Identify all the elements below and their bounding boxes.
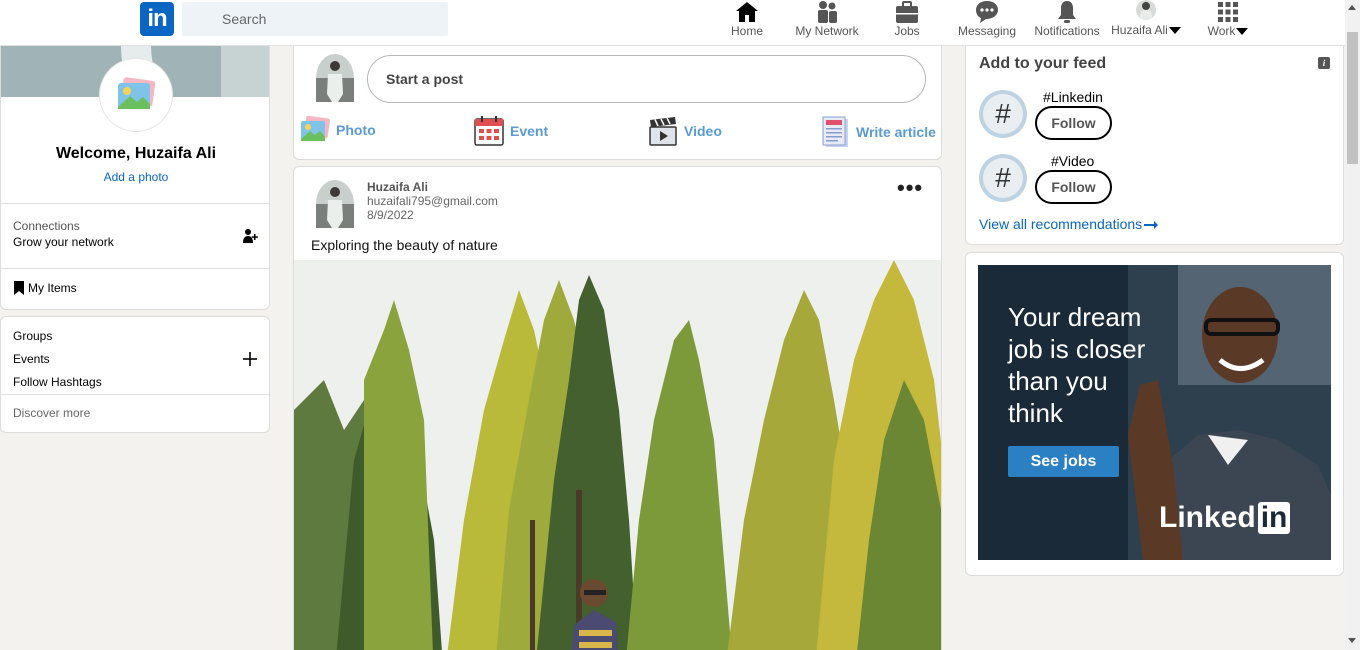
video-icon (649, 117, 677, 146)
ad-headline-line: job is closer (1008, 334, 1146, 364)
scroll-up-arrow-icon[interactable] (1348, 5, 1356, 10)
bell-icon (1058, 1, 1076, 23)
nav-work-label: Work (1207, 24, 1236, 38)
nav-home-label: Home (730, 24, 763, 38)
add-person-icon[interactable] (242, 228, 258, 244)
divider (1, 203, 269, 204)
messaging-icon (976, 1, 998, 23)
ad-headline-line: Your dream (1008, 302, 1142, 332)
write-article-action[interactable]: Write article (822, 116, 936, 148)
communities-card: Groups Events Follow Hashtags Discover m… (0, 316, 271, 433)
start-post-button[interactable]: Start a post (367, 55, 926, 103)
plus-icon[interactable] (243, 352, 257, 366)
nav-profile-label: Huzaifa Ali (1111, 23, 1168, 37)
post-image[interactable] (294, 260, 942, 650)
brand-text: Linked (1159, 501, 1256, 534)
page-scrollbar[interactable] (1345, 0, 1360, 650)
profile-card: Welcome, Huzaifa Ali Add a photo Connect… (0, 46, 270, 310)
view-all-recommendations-link[interactable]: View all recommendations (979, 216, 1159, 232)
photo-icon (301, 116, 330, 141)
more-options-icon[interactable]: ••• (897, 175, 923, 201)
scroll-down-arrow-icon[interactable] (1348, 638, 1356, 643)
ad-headline-line: think (1008, 398, 1063, 428)
photo-action[interactable]: Photo (300, 116, 376, 144)
nav-notifications[interactable]: Notifications (1033, 0, 1101, 46)
photo-icon (118, 77, 156, 109)
post-text: Exploring the beauty of nature (311, 237, 498, 253)
nav-home[interactable]: Home (728, 0, 766, 46)
nav-profile-menu[interactable]: Huzaifa Ali (1108, 0, 1184, 46)
nav-work[interactable]: Work (1204, 0, 1252, 46)
top-nav-bar: in Home My Network Jobs Messaging Notifi… (0, 0, 1345, 46)
post-author-email: huzaifali795@gmail.com (367, 194, 498, 208)
follow-button[interactable]: Follow (1035, 106, 1112, 140)
avatar (1136, 0, 1156, 20)
see-jobs-button[interactable]: See jobs (1008, 446, 1119, 477)
nav-messaging-label: Messaging (957, 24, 1017, 38)
add-to-feed-card: Add to your feed i # #Linkedin Follow # … (965, 46, 1344, 245)
grow-network-link[interactable]: Grow your network (13, 235, 114, 249)
home-icon (736, 2, 758, 22)
event-action[interactable]: Event (474, 116, 548, 146)
write-article-label: Write article (856, 124, 936, 140)
avatar[interactable] (316, 180, 354, 228)
profile-photo-placeholder[interactable] (100, 59, 172, 131)
add-to-feed-title: Add to your feed (979, 55, 1107, 72)
photo-action-label: Photo (336, 122, 376, 138)
hashtag-name[interactable]: #Video (1051, 153, 1094, 169)
nav-my-network[interactable]: My Network (792, 0, 862, 46)
view-all-label: View all recommendations (979, 216, 1143, 232)
my-network-icon (818, 1, 837, 23)
feed-post: Huzaifa Ali huzaifali795@gmail.com 8/9/2… (293, 166, 942, 650)
events-link[interactable]: Events (13, 352, 50, 366)
my-items-label: My Items (28, 281, 77, 295)
ad-headline-line: than you (1008, 366, 1108, 396)
event-action-label: Event (510, 123, 549, 139)
grid-icon (1218, 2, 1238, 22)
chevron-down-icon (1168, 27, 1181, 35)
post-author[interactable]: Huzaifa Ali (367, 180, 428, 194)
nav-jobs[interactable]: Jobs (887, 0, 927, 46)
nav-messaging[interactable]: Messaging (956, 0, 1018, 46)
brand-box: in (1257, 502, 1291, 534)
add-photo-link[interactable]: Add a photo (1, 170, 269, 184)
divider (1, 268, 269, 269)
arrow-right-icon (1144, 221, 1159, 230)
video-action[interactable]: Video (648, 116, 722, 146)
nav-jobs-label: Jobs (894, 24, 920, 38)
avatar (316, 54, 354, 102)
nav-notifications-label: Notifications (1034, 24, 1100, 38)
ad-headline: Your dream job is closer than you think (1008, 301, 1145, 429)
share-box: Start a post Photo Event Video Write art… (293, 46, 942, 160)
connections-label[interactable]: Connections (13, 219, 80, 233)
hashtag-icon: # (979, 154, 1027, 202)
calendar-icon (474, 116, 504, 146)
article-icon (822, 116, 848, 147)
job-ad-banner[interactable]: Your dream job is closer than you think … (978, 265, 1331, 560)
search-input[interactable] (182, 2, 448, 36)
post-date: 8/9/2022 (367, 208, 414, 222)
divider (1, 394, 271, 395)
linkedin-logo[interactable]: in (140, 2, 174, 36)
chevron-down-icon (1236, 28, 1249, 36)
linkedin-wordmark: Linked in (1159, 501, 1291, 535)
hashtag-name[interactable]: #Linkedin (1043, 89, 1103, 105)
hashtag-icon: # (979, 90, 1027, 138)
follow-hashtags-link[interactable]: Follow Hashtags (13, 375, 102, 389)
follow-button[interactable]: Follow (1035, 170, 1112, 204)
bookmark-icon (14, 281, 24, 295)
ad-card: Your dream job is closer than you think … (965, 252, 1344, 576)
welcome-heading: Welcome, Huzaifa Ali (55, 145, 217, 162)
nav-my-network-label: My Network (795, 24, 859, 38)
discover-more-link[interactable]: Discover more (13, 406, 90, 420)
groups-link[interactable]: Groups (13, 329, 52, 343)
video-action-label: Video (684, 123, 722, 139)
jobs-icon (896, 1, 918, 23)
scrollbar-thumb[interactable] (1347, 32, 1358, 164)
my-items-link[interactable]: My Items (13, 281, 77, 295)
info-icon[interactable]: i (1318, 57, 1330, 69)
